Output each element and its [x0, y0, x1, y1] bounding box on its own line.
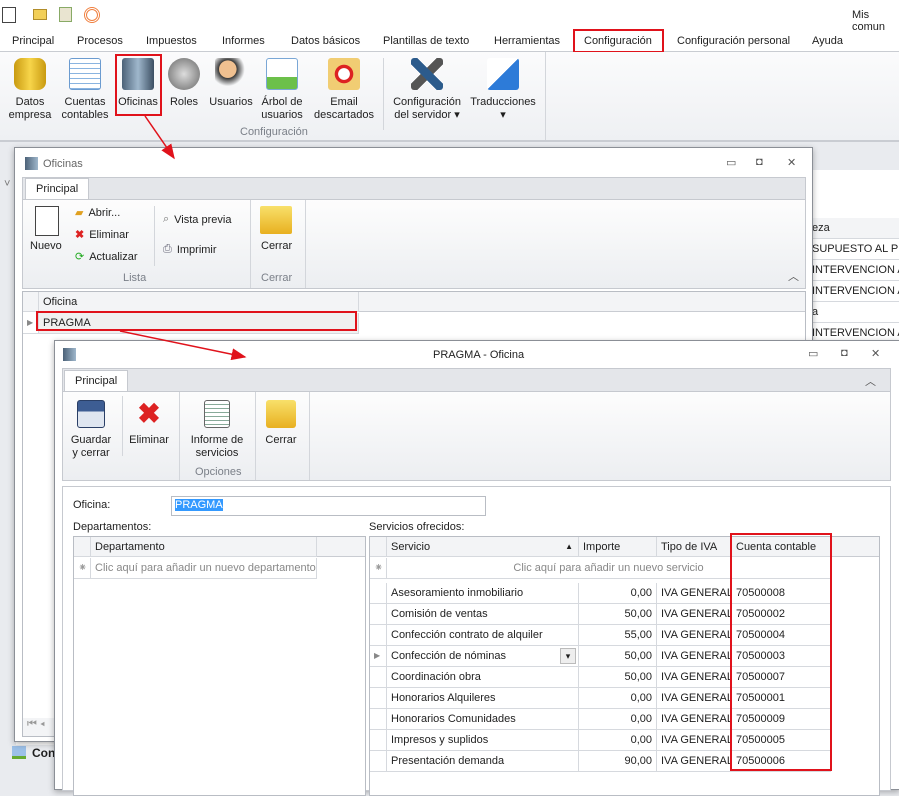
arrow-1	[144, 115, 175, 160]
arrow-2	[119, 330, 247, 361]
annotation-arrows	[119, 115, 247, 361]
